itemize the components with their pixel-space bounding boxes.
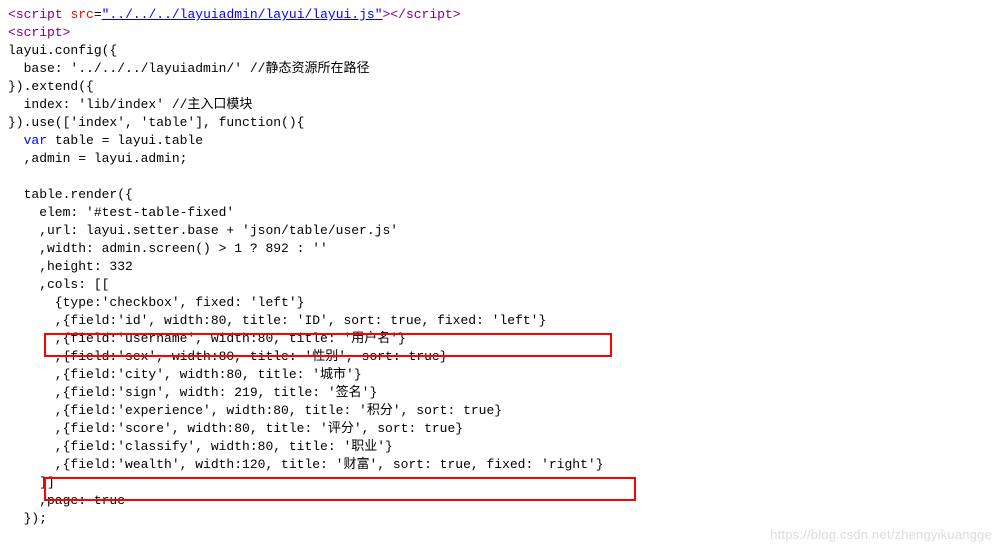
code-line: ,{field:'username', width:80, title: '用户…: [8, 331, 406, 346]
tag-open: </: [390, 7, 406, 22]
eq: =: [94, 7, 102, 22]
attr-name: src: [70, 7, 93, 22]
code-line: ,{field:'id', width:80, title: 'ID', sor…: [8, 313, 546, 328]
code-line: ,{field:'classify', width:80, title: '职业…: [8, 439, 393, 454]
tag-name: script: [406, 7, 453, 22]
src-path: ../../../layuiadmin/layui/layui.js: [109, 7, 374, 22]
code-line: base: '../../../layuiadmin/' //静态资源所在路径: [8, 61, 369, 76]
code-line: ,cols: [[: [8, 277, 109, 292]
code-line: ,height: 332: [8, 259, 133, 274]
kw-var: var: [24, 133, 47, 148]
code-line: var table = layui.table: [8, 133, 203, 148]
code-line: ,{field:'experience', width:80, title: '…: [8, 403, 502, 418]
code-line: {type:'checkbox', fixed: 'left'}: [8, 295, 304, 310]
code-line: elem: '#test-table-fixed': [8, 205, 234, 220]
code-line: layui.config({: [8, 43, 117, 58]
tag-open: <: [8, 25, 16, 40]
code-line: ,admin = layui.admin;: [8, 151, 187, 166]
code-line: index: 'lib/index' //主入口模块: [8, 97, 252, 112]
code-line: }).use(['index', 'table'], function(){: [8, 115, 304, 130]
code-line: ,{field:'score', width:80, title: '评分', …: [8, 421, 463, 436]
code-line: ,{field:'wealth', width:120, title: '财富'…: [8, 457, 604, 472]
tag-close: >: [453, 7, 461, 22]
code-block: <script src="../../../layuiadmin/layui/l…: [0, 0, 1002, 534]
code-line: });: [8, 511, 47, 526]
tag-close: >: [63, 25, 71, 40]
code-line: <script src="../../../layuiadmin/layui/l…: [8, 7, 461, 22]
code-line: ,{field:'city', width:80, title: '城市'}: [8, 367, 362, 382]
code-line: table.render({: [8, 187, 133, 202]
tag-open: <: [8, 7, 16, 22]
code-line: ]]: [8, 475, 55, 490]
code-line: ,url: layui.setter.base + 'json/table/us…: [8, 223, 398, 238]
code-text: table = layui.table: [47, 133, 203, 148]
indent: [8, 133, 24, 148]
watermark-text: https://blog.csdn.net/zhengyikuangge: [770, 526, 992, 544]
tag-name: script: [16, 7, 63, 22]
quote: ": [375, 7, 383, 22]
code-line: ,width: admin.screen() > 1 ? 892 : '': [8, 241, 328, 256]
code-line: <script>: [8, 25, 70, 40]
tag-name: script: [16, 25, 63, 40]
code-line: ,{field:'sex', width:80, title: '性别', so…: [8, 349, 447, 364]
code-line: }).extend({: [8, 79, 94, 94]
code-line: ,{field:'sign', width: 219, title: '签名'}: [8, 385, 377, 400]
code-line: ,page: true: [8, 493, 125, 508]
